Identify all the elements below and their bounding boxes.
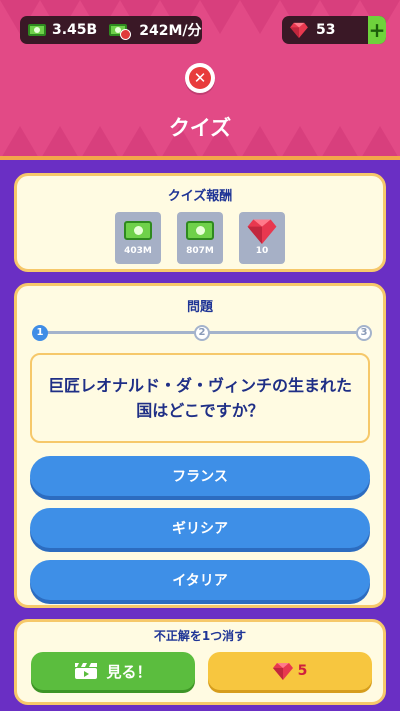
add-gems-button[interactable]: + (368, 16, 386, 44)
question-panel: 問題 1 2 3 巨匠レオナルド・ダ・ヴィンチの生まれた国はどこですか？ フラン… (14, 283, 386, 608)
clapperboard-icon (75, 663, 98, 679)
question-progress: 1 2 3 (32, 325, 372, 341)
progress-step-1: 1 (32, 325, 48, 341)
question-text: 巨匠レオナルド・ダ・ヴィンチの生まれた国はどこですか？ (47, 376, 352, 420)
watch-ad-button[interactable]: 見る！ (31, 652, 195, 690)
question-title: 問題 (186, 300, 213, 315)
reward-item-gems: 10 (239, 212, 285, 264)
currency-bar: 3.45B 242M/分 (20, 16, 202, 44)
watch-label: 見る！ (106, 662, 152, 681)
cash-icon (124, 221, 152, 240)
close-icon: ✕ (189, 67, 211, 89)
progress-step-2: 2 (194, 325, 210, 341)
cash-amount: 3.45B (52, 22, 98, 38)
gem-icon (290, 22, 308, 38)
reward-amount: 403M (124, 246, 152, 256)
reward-amount: 10 (255, 246, 269, 256)
gem-icon (272, 663, 293, 680)
header: 3.45B 242M/分 53 + ✕ クイズ (0, 0, 400, 160)
progress-step-3: 3 (356, 325, 372, 341)
cash-rate-icon (109, 24, 132, 40)
page-title: クイズ (168, 116, 232, 140)
gem-hint-button[interactable]: 5 (208, 652, 372, 690)
reward-amount: 807M (186, 246, 214, 256)
reward-title: クイズ報酬 (167, 189, 233, 204)
gem-icon (247, 219, 277, 244)
hint-title: 不正解を1つ消す (153, 629, 247, 643)
reward-list: 403M 807M 10 (17, 212, 383, 264)
gem-counter: 53 + (282, 16, 386, 44)
cash-icon (28, 24, 46, 36)
reward-item-cash-1: 403M (115, 212, 161, 264)
answer-button-3[interactable]: イタリア (30, 560, 370, 600)
cash-rate: 242M/分 (139, 23, 202, 39)
answer-button-2[interactable]: ギリシア (30, 508, 370, 548)
question-box: 巨匠レオナルド・ダ・ヴィンチの生まれた国はどこですか？ (30, 353, 370, 443)
hint-panel: 不正解を1つ消す 見る！ 5 (14, 619, 386, 705)
reward-item-cash-2: 807M (177, 212, 223, 264)
gem-cost: 5 (297, 663, 308, 679)
answer-button-1[interactable]: フランス (30, 456, 370, 496)
cash-icon (186, 221, 214, 240)
reward-panel: クイズ報酬 403M 807M 10 (14, 173, 386, 272)
gem-amount: 53 (316, 22, 336, 38)
close-button[interactable]: ✕ (185, 63, 215, 93)
